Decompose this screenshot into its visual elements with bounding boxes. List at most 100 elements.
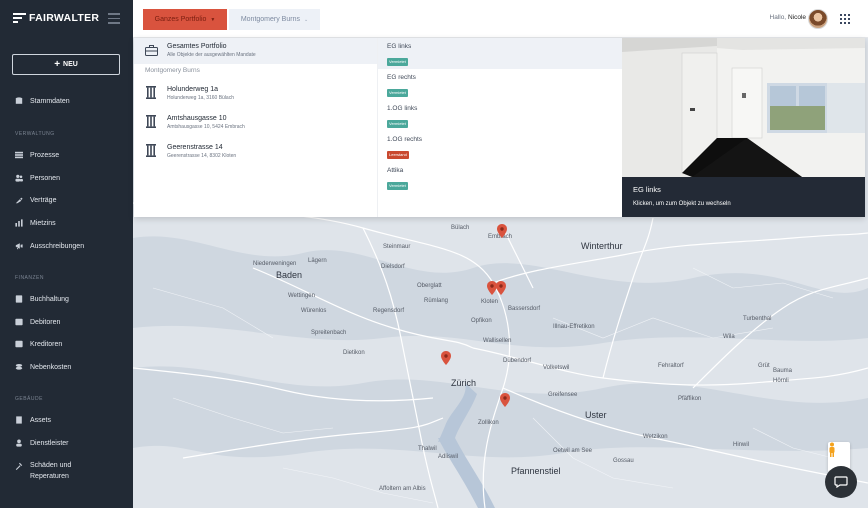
database-icon	[15, 97, 23, 105]
plus-icon: +	[54, 58, 61, 70]
map-label-pfaeffikon: Pfäffikon	[678, 396, 702, 402]
all-portfolio-item[interactable]: Gesamtes Portfolio Alle Objekte der ausg…	[134, 38, 377, 64]
logo-icon	[13, 12, 26, 24]
unit-photo	[622, 38, 865, 177]
worker-icon	[15, 439, 23, 447]
map-label-oberglatt: Oberglatt	[417, 283, 442, 289]
portfolio-selector[interactable]: Ganzes Portfolio ▼	[143, 9, 227, 30]
status-badge: Vermietet	[387, 181, 408, 190]
building-icon	[145, 86, 157, 104]
map-label-baden: Baden	[276, 270, 303, 280]
property-item[interactable]: Amtshausgasse 10 Amtshausgasse 10, 5424 …	[145, 115, 245, 133]
building-icon	[15, 416, 23, 424]
greeting-text: Hallo,	[769, 14, 787, 21]
sidebar-item-assets[interactable]: Assets	[15, 416, 51, 424]
contract-icon	[15, 196, 23, 204]
menu-toggle-icon[interactable]	[108, 13, 120, 24]
sidebar-item-label: Schäden und Reperaturen	[30, 460, 71, 482]
map-label-turbenthal: Turbenthal	[743, 316, 772, 322]
coins-icon	[15, 363, 23, 371]
sidebar-item-label-line2: Reperaturen	[30, 473, 69, 480]
unit-name: 1.OG links	[387, 105, 418, 112]
property-address: Holunderweg 1a, 3160 Bülach	[167, 95, 234, 101]
map-pin[interactable]	[487, 281, 497, 295]
portfolio-selector-label: Ganzes Portfolio	[154, 16, 207, 23]
megaphone-icon	[15, 242, 23, 250]
map-label-grut: Grüt	[758, 363, 770, 369]
property-item[interactable]: Holunderweg 1a Holunderweg 1a, 3160 Büla…	[145, 86, 234, 104]
sidebar-item-nebenkosten[interactable]: Nebenkosten	[15, 363, 71, 371]
chat-icon[interactable]	[825, 466, 857, 498]
map-label-uster: Uster	[585, 410, 607, 420]
map-label-bassersdorf: Bassersdorf	[508, 306, 541, 312]
map-label-gossau: Gossau	[613, 458, 634, 464]
section-gebaeude: GEBÄUDE	[15, 396, 43, 402]
sidebar-item-mietzins[interactable]: Mietzins	[15, 219, 56, 227]
section-verwaltung: VERWALTUNG	[15, 131, 55, 137]
unit-item[interactable]: 1.OG links Vermietet	[378, 100, 623, 131]
preview-title: EG links	[633, 185, 661, 194]
sidebar-item-buchhaltung[interactable]: Buchhaltung	[15, 295, 69, 303]
unit-item[interactable]: EG links Vermietet	[378, 38, 623, 69]
property-list: Gesamtes Portfolio Alle Objekte der ausg…	[134, 38, 377, 217]
sidebar-item-label: Mietzins	[30, 219, 56, 227]
sidebar-item-schaeden[interactable]: Schäden und Reperaturen	[15, 460, 71, 482]
tools-icon	[15, 462, 23, 470]
map-label-duebendorf: Dübendorf	[503, 358, 532, 364]
apps-grid-icon[interactable]	[840, 14, 850, 24]
status-badge: Vermietet	[387, 119, 408, 128]
unit-name: EG rechts	[387, 74, 416, 81]
map-label-wetzikon: Wetzikon	[643, 434, 668, 440]
building-icon	[145, 144, 157, 162]
topbar: Ganzes Portfolio ▼ Montgomery Burns ⌄ Ha…	[133, 0, 868, 38]
sidebar-item-label: Verträge	[30, 196, 57, 204]
new-button-label: NEU	[63, 61, 78, 68]
map-label-zuerich: Zürich	[451, 378, 477, 388]
map-label-illnau: Illnau-Effretikon	[553, 324, 595, 330]
all-portfolio-title: Gesamtes Portfolio	[167, 43, 227, 50]
map-label-zollikon: Zollikon	[478, 420, 499, 426]
greeting: Hallo, Nicole	[770, 14, 807, 21]
map-label-buelach: Bülach	[451, 225, 470, 231]
map-label-hoernli: Hörnli	[773, 378, 789, 384]
sidebar-item-kreditoren[interactable]: Kreditoren	[15, 340, 62, 348]
sidebar-item-dienstleister[interactable]: Dienstleister	[15, 439, 69, 447]
map-pin[interactable]	[497, 224, 507, 238]
sidebar-item-debitoren[interactable]: Debitoren	[15, 318, 60, 326]
credit-icon	[15, 340, 23, 348]
map-pin[interactable]	[496, 281, 506, 295]
brand-logo[interactable]: FAIRWALTER	[13, 12, 99, 24]
sidebar-item-label: Kreditoren	[30, 340, 63, 348]
sidebar-item-prozesse[interactable]: Prozesse	[15, 151, 59, 159]
unit-name: EG links	[387, 43, 412, 50]
property-title: Geerenstrasse 14	[167, 144, 223, 151]
new-button[interactable]: + NEU	[12, 54, 120, 75]
map-label-fehraltorf: Fehraltorf	[658, 363, 684, 369]
sidebar-item-stammdaten[interactable]: Stammdaten	[15, 97, 70, 105]
map-label-volketswil: Volketswil	[543, 365, 570, 371]
map-label-regensdorf: Regensdorf	[373, 308, 405, 314]
map-pin[interactable]	[500, 393, 510, 407]
property-item[interactable]: Geerenstrasse 14 Geerenstrasse 14, 8302 …	[145, 144, 236, 162]
sidebar-item-label: Dienstleister	[30, 439, 69, 447]
map-label-bauma: Bauma	[773, 368, 793, 374]
sidebar-item-label: Stammdaten	[30, 97, 70, 105]
map-label-adliswil: Adliswil	[438, 454, 459, 460]
status-badge: Vermietet	[387, 57, 408, 66]
unit-item[interactable]: Attika Vermietet	[378, 162, 623, 193]
map-label-thalwil: Thalwil	[418, 446, 437, 452]
user-name: Nicole	[787, 14, 806, 21]
avatar[interactable]	[808, 9, 828, 29]
brand-name: FAIRWALTER	[29, 12, 100, 24]
chevron-down-icon: ▼	[210, 16, 216, 23]
owner-selector[interactable]: Montgomery Burns ⌄	[229, 9, 320, 30]
unit-item[interactable]: EG rechts Vermietet	[378, 69, 623, 100]
unit-item[interactable]: 1.OG rechts Leerstand	[378, 131, 623, 162]
sidebar-item-vertraege[interactable]: Verträge	[15, 196, 56, 204]
owner-heading: Montgomery Burns	[145, 67, 200, 74]
unit-preview[interactable]: EG links Klicken, um zum Objekt zu wechs…	[622, 38, 865, 217]
sidebar-item-personen[interactable]: Personen	[15, 174, 60, 182]
map-label-spreitenbach: Spreitenbach	[311, 330, 347, 336]
sidebar-item-ausschreibungen[interactable]: Ausschreibungen	[15, 242, 84, 250]
map-pin[interactable]	[441, 351, 451, 365]
